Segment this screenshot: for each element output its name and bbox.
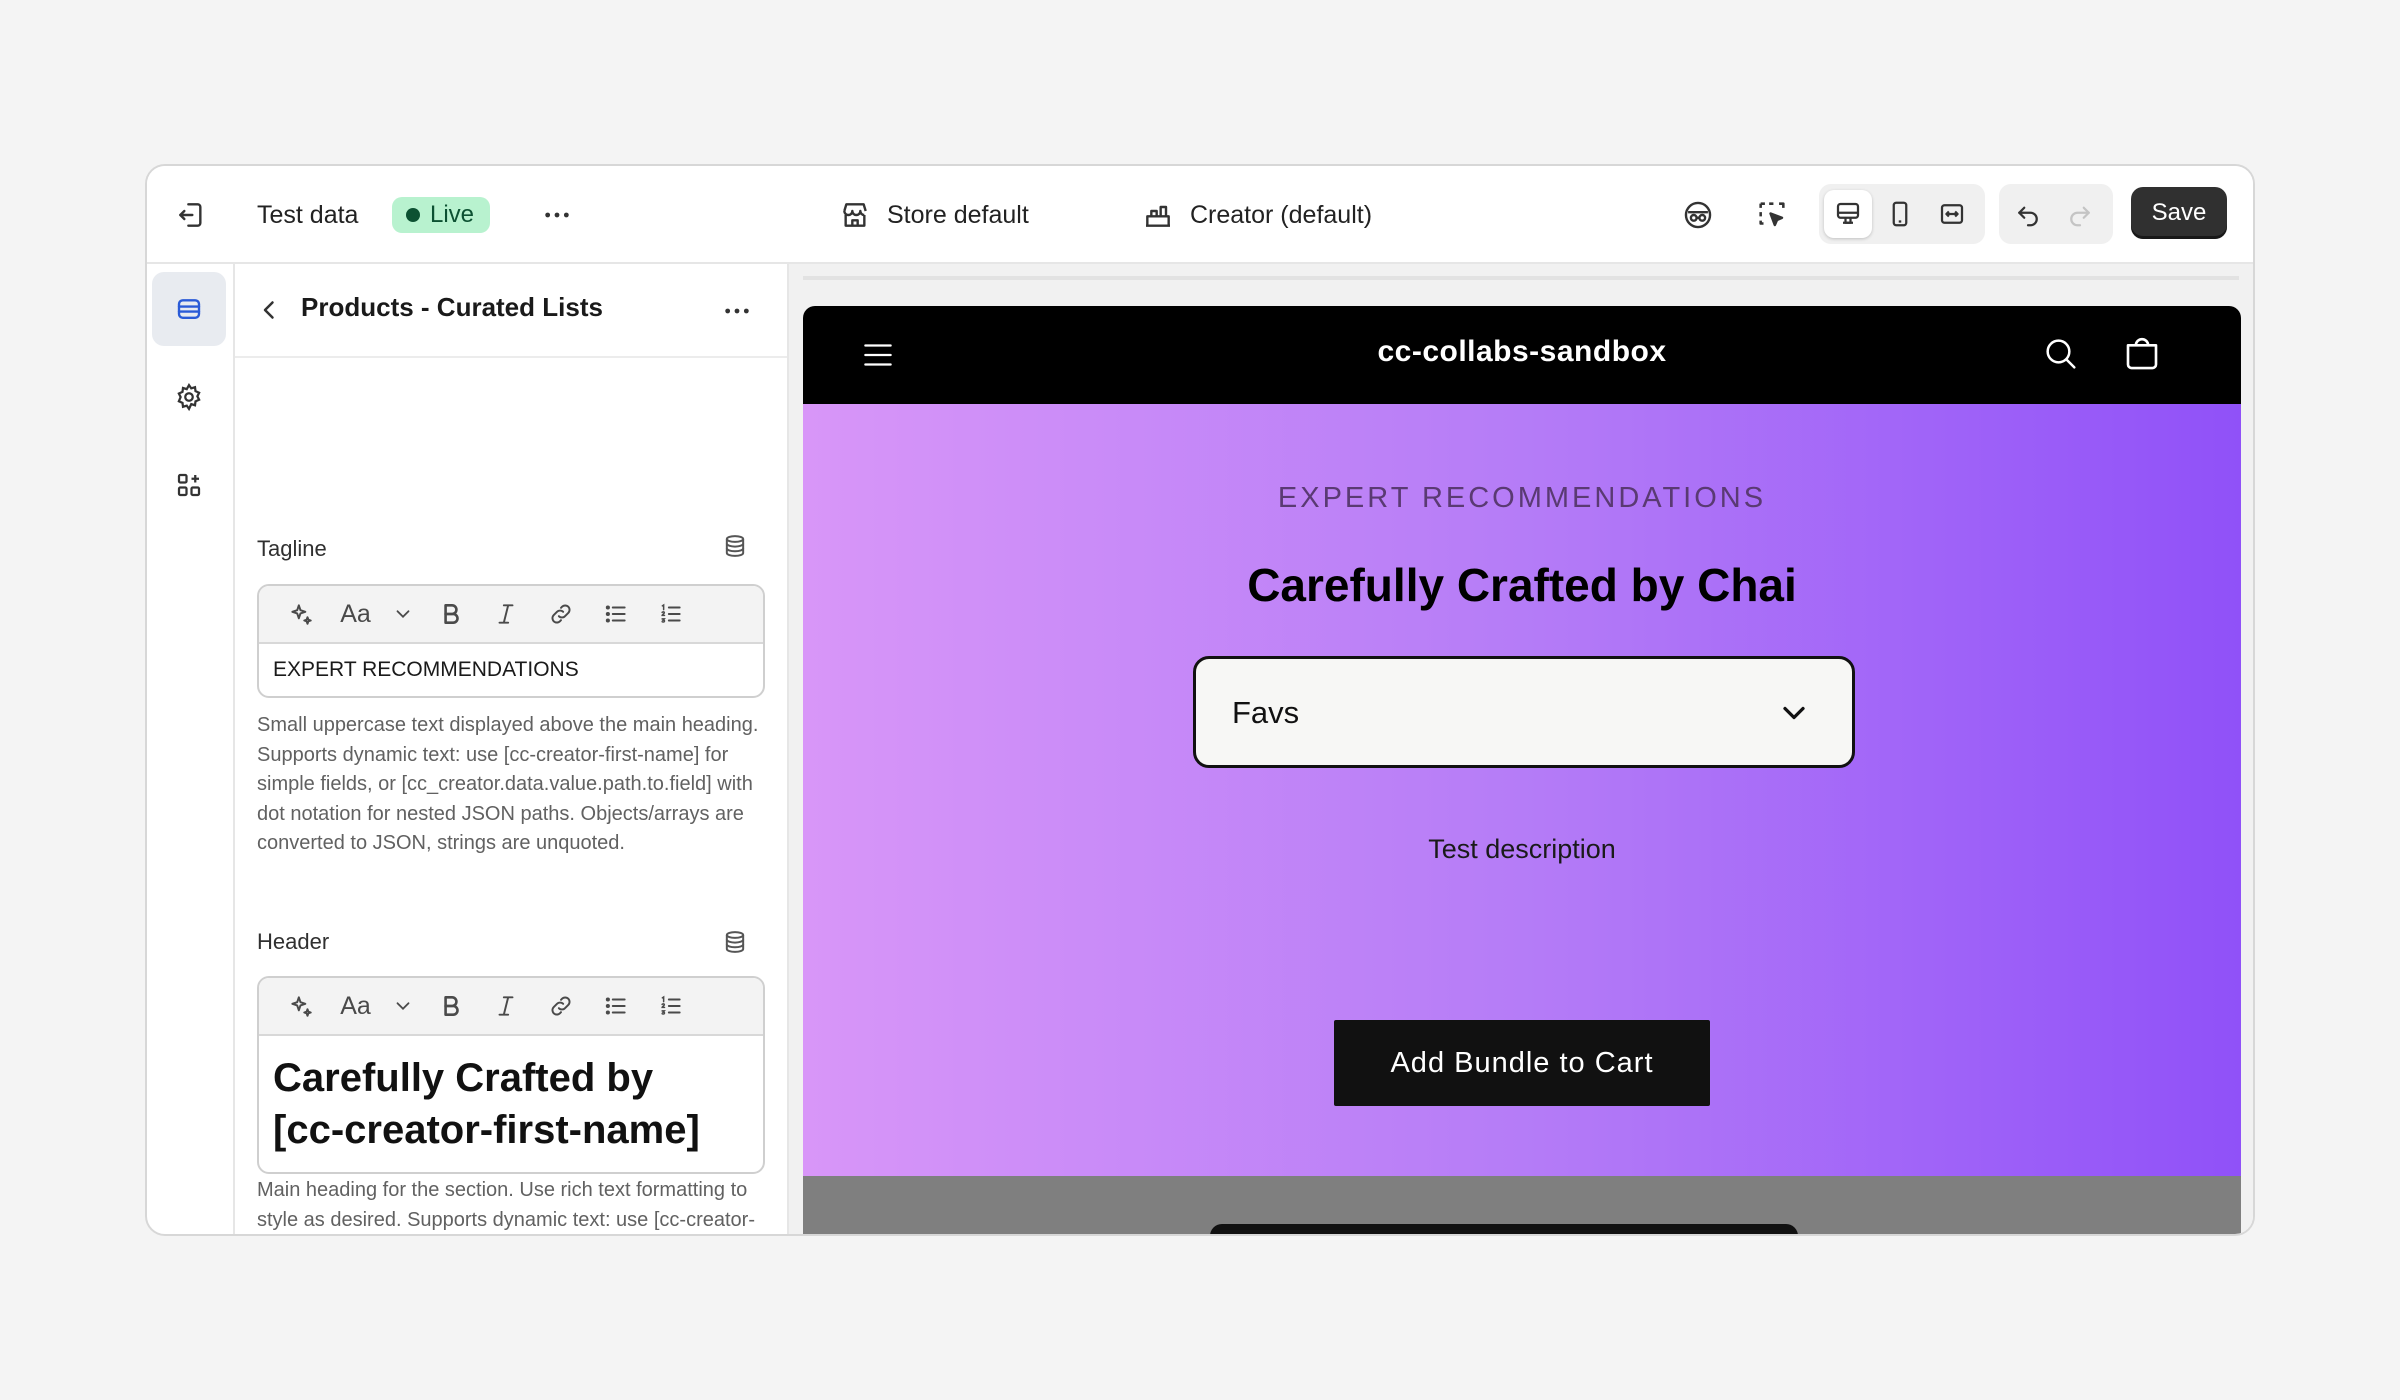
inspector-select-icon[interactable]: [1755, 166, 1789, 264]
mobile-view-button[interactable]: [1876, 190, 1924, 238]
next-section: [803, 1176, 2241, 1234]
header-label: Header: [257, 929, 330, 954]
viewport-toggle-group: [1819, 184, 1985, 244]
history-group: [1999, 184, 2113, 244]
bullet-list-icon[interactable]: [588, 586, 643, 643]
numbered-list-icon[interactable]: [643, 978, 698, 1035]
creator-icon: [1142, 199, 1174, 231]
top-bar: Test data Live Store default Creator (de…: [147, 166, 2253, 264]
font-style-button[interactable]: Aa: [328, 978, 383, 1035]
desktop-icon: [1833, 199, 1863, 229]
bullet-list-icon[interactable]: [588, 978, 643, 1035]
theme-editor-window: Test data Live Store default Creator (de…: [145, 164, 2255, 1236]
mobile-icon: [1885, 199, 1915, 229]
panel-header: Products - Curated Lists: [235, 264, 787, 358]
status-badge: Live: [392, 197, 491, 233]
fullwidth-icon: [1937, 199, 1967, 229]
font-style-button[interactable]: Aa: [328, 586, 383, 643]
header-value-line-2: [cc-creator-first-name]: [273, 1108, 700, 1152]
bold-icon[interactable]: [423, 586, 478, 643]
header-value[interactable]: Carefully Crafted by [cc-creator-first-n…: [259, 1036, 763, 1172]
back-chevron-icon[interactable]: [255, 295, 285, 325]
redo-icon: [2065, 199, 2095, 229]
left-rail: [147, 264, 235, 1234]
site-header: cc-collabs-sandbox: [803, 306, 2241, 404]
settings-panel: Products - Curated Lists Tagline Aa EXPE…: [235, 264, 789, 1234]
ai-sparkle-icon[interactable]: [273, 978, 328, 1035]
desktop-view-button[interactable]: [1824, 190, 1872, 238]
numbered-list-icon[interactable]: [643, 586, 698, 643]
tagline-label: Tagline: [257, 536, 327, 561]
chevron-down-icon[interactable]: [383, 978, 423, 1035]
header-value-line-1: Carefully Crafted by: [273, 1056, 654, 1100]
undo-button[interactable]: [2004, 190, 2052, 238]
search-icon[interactable]: [2041, 334, 2081, 374]
list-select-value: Favs: [1232, 695, 1300, 730]
header-help-text: Main heading for the section. Use rich t…: [257, 1179, 755, 1231]
creator-selector[interactable]: Creator (default): [1142, 166, 1372, 264]
more-horizontal-icon[interactable]: [541, 166, 573, 264]
status-badge-label: Live: [430, 201, 475, 228]
hero-tagline: EXPERT RECOMMENDATIONS: [1277, 482, 1767, 514]
app-title: Test data: [257, 200, 359, 229]
chevron-down-icon[interactable]: [383, 586, 423, 643]
rail-apps-button[interactable]: [152, 448, 226, 522]
database-icon[interactable]: [721, 532, 749, 560]
italic-icon[interactable]: [478, 978, 533, 1035]
fullwidth-view-button[interactable]: [1928, 190, 1976, 238]
link-icon[interactable]: [533, 978, 588, 1035]
settings-gear-icon: [174, 382, 204, 412]
site-name[interactable]: cc-collabs-sandbox: [803, 335, 2241, 369]
database-icon[interactable]: [721, 928, 749, 956]
live-dot-icon: [406, 208, 420, 222]
panel-title: Products - Curated Lists: [301, 292, 603, 322]
hero-heading: Carefully Crafted by Chai: [1247, 559, 1797, 611]
rail-settings-button[interactable]: [152, 360, 226, 434]
hero-description: Test description: [1428, 834, 1616, 864]
ai-sparkle-icon[interactable]: [273, 586, 328, 643]
add-bundle-to-cart-button[interactable]: Add Bundle to Cart: [1334, 1020, 1710, 1106]
undo-icon: [2013, 199, 2043, 229]
tagline-toolbar: Aa: [259, 586, 763, 644]
header-editor[interactable]: Aa Carefully Crafted by [cc-creator-firs…: [257, 976, 765, 1174]
bold-icon[interactable]: [423, 978, 478, 1035]
status-badge-wrap: Live: [392, 166, 491, 264]
preview-divider: [803, 276, 2239, 280]
cart-icon[interactable]: [2121, 333, 2163, 375]
chevron-down-icon: [1776, 695, 1812, 731]
store-icon: [839, 199, 871, 231]
save-button[interactable]: Save: [2131, 187, 2227, 239]
link-icon[interactable]: [533, 586, 588, 643]
list-select-dropdown[interactable]: Favs: [1193, 656, 1855, 768]
curated-lists-hero: EXPERT RECOMMENDATIONS Carefully Crafted…: [803, 404, 2241, 1176]
header-toolbar: Aa: [259, 978, 763, 1036]
tagline-editor[interactable]: Aa EXPERT RECOMMENDATIONS: [257, 584, 765, 698]
next-section-block: [1210, 1224, 1798, 1234]
italic-icon[interactable]: [478, 586, 533, 643]
sections-icon: [174, 294, 204, 324]
redo-button[interactable]: [2056, 190, 2104, 238]
incognito-icon[interactable]: [1681, 166, 1715, 264]
tagline-value[interactable]: EXPERT RECOMMENDATIONS: [259, 644, 763, 696]
tagline-help-text: Small uppercase text displayed above the…: [257, 714, 759, 854]
store-selector[interactable]: Store default: [839, 166, 1029, 264]
rail-sections-button[interactable]: [152, 272, 226, 346]
creator-selector-label: Creator (default): [1190, 200, 1373, 229]
apps-icon: [174, 470, 204, 500]
panel-more-icon[interactable]: [721, 295, 753, 327]
exit-icon[interactable]: [175, 166, 207, 264]
storefront-preview: cc-collabs-sandbox EXPERT RECOMMENDATION…: [789, 264, 2253, 1234]
store-selector-label: Store default: [887, 200, 1029, 229]
preview-site: cc-collabs-sandbox EXPERT RECOMMENDATION…: [803, 306, 2241, 1234]
